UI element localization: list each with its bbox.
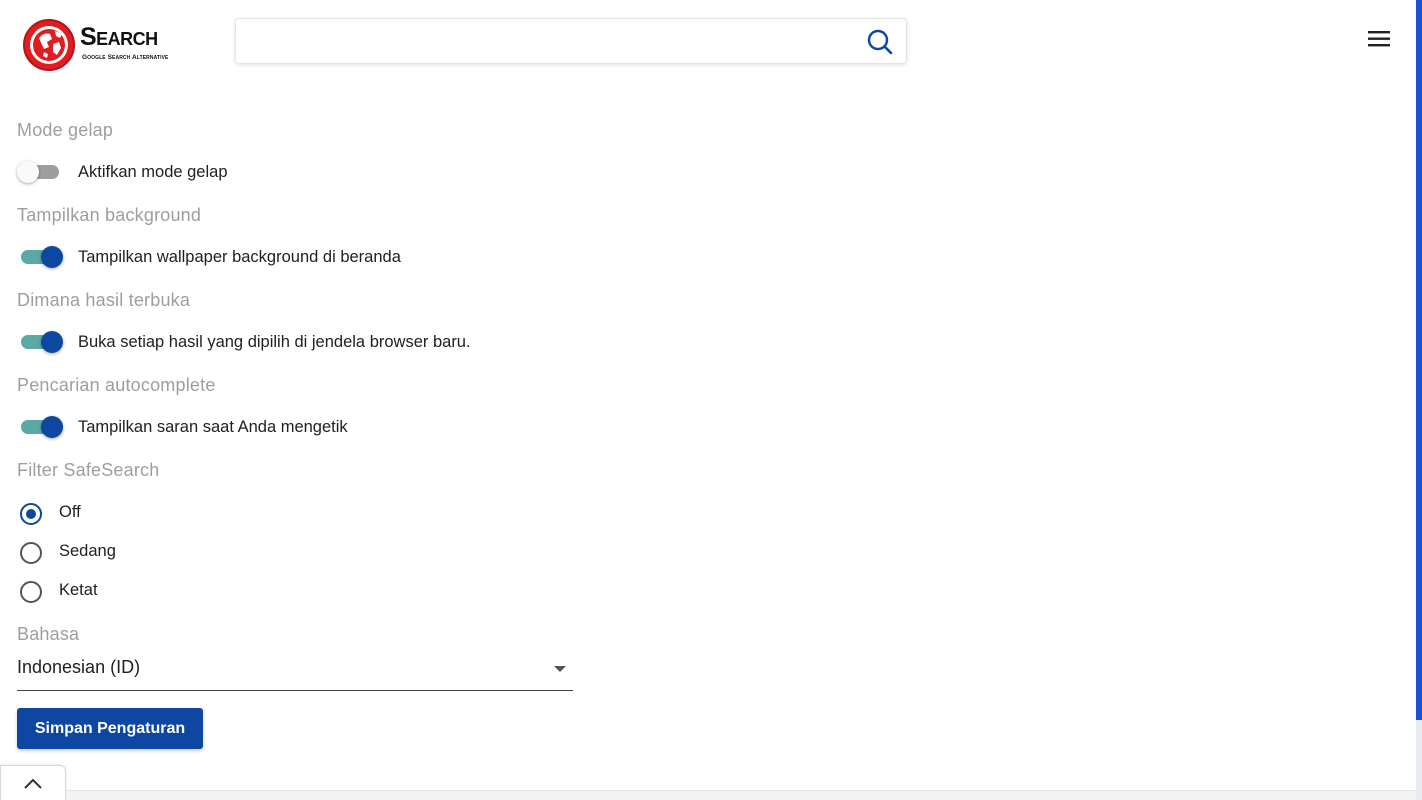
save-settings-button[interactable]: Simpan Pengaturan (17, 708, 203, 749)
globe-logo-icon (23, 19, 75, 71)
safesearch-radio-sedang[interactable] (19, 541, 43, 565)
safesearch-label-off: Off (59, 503, 81, 521)
radio-dot (26, 509, 36, 519)
dropdown-caret-icon (554, 666, 566, 672)
safesearch-title: Filter SafeSearch (17, 460, 160, 480)
language-selected-value: Indonesian (ID) (17, 657, 141, 677)
results-open-title: Dimana hasil terbuka (17, 290, 191, 310)
scrollbar-thumb[interactable] (1416, 0, 1422, 720)
safesearch-radio-off[interactable] (19, 502, 43, 526)
back-to-top-button[interactable] (0, 765, 66, 800)
dark-mode-label: Aktifkan mode gelap (78, 163, 228, 181)
background-label: Tampilkan wallpaper background di berand… (78, 248, 401, 266)
toggle-thumb (41, 416, 63, 438)
footer-edge (66, 790, 1416, 800)
results-open-label: Buka setiap hasil yang dipilih di jendel… (78, 333, 471, 351)
toggle-thumb (17, 161, 39, 183)
dark-mode-title: Mode gelap (17, 120, 114, 140)
search-bar (235, 18, 907, 64)
autocomplete-title: Pencarian autocomplete (17, 375, 216, 395)
site-logo[interactable]: Search Google Search Alternative (22, 18, 187, 74)
autocomplete-toggle[interactable] (17, 415, 65, 439)
results-open-toggle[interactable] (17, 330, 65, 354)
chevron-up-icon (24, 778, 42, 789)
search-icon[interactable] (866, 28, 894, 56)
toggle-thumb (41, 246, 63, 268)
logo-wordmark: Search (80, 23, 158, 51)
settings-page: Search Google Search Alternative Mode ge… (0, 0, 1422, 800)
background-title: Tampilkan background (17, 205, 202, 225)
background-toggle[interactable] (17, 245, 65, 269)
toggle-thumb (41, 331, 63, 353)
search-input[interactable] (246, 25, 850, 59)
hamburger-menu-icon[interactable] (1366, 28, 1392, 50)
radio-ring (20, 542, 42, 564)
dark-mode-toggle[interactable] (17, 160, 65, 184)
logo-tagline: Google Search Alternative (82, 54, 169, 61)
language-select[interactable]: Indonesian (ID) (17, 652, 573, 691)
radio-ring (20, 581, 42, 603)
safesearch-label-sedang: Sedang (59, 542, 116, 560)
language-title: Bahasa (17, 624, 80, 644)
safesearch-label-ketat: Ketat (59, 581, 98, 599)
scrollbar-track (1416, 720, 1422, 800)
safesearch-radio-ketat[interactable] (19, 580, 43, 604)
autocomplete-label: Tampilkan saran saat Anda mengetik (78, 418, 348, 436)
